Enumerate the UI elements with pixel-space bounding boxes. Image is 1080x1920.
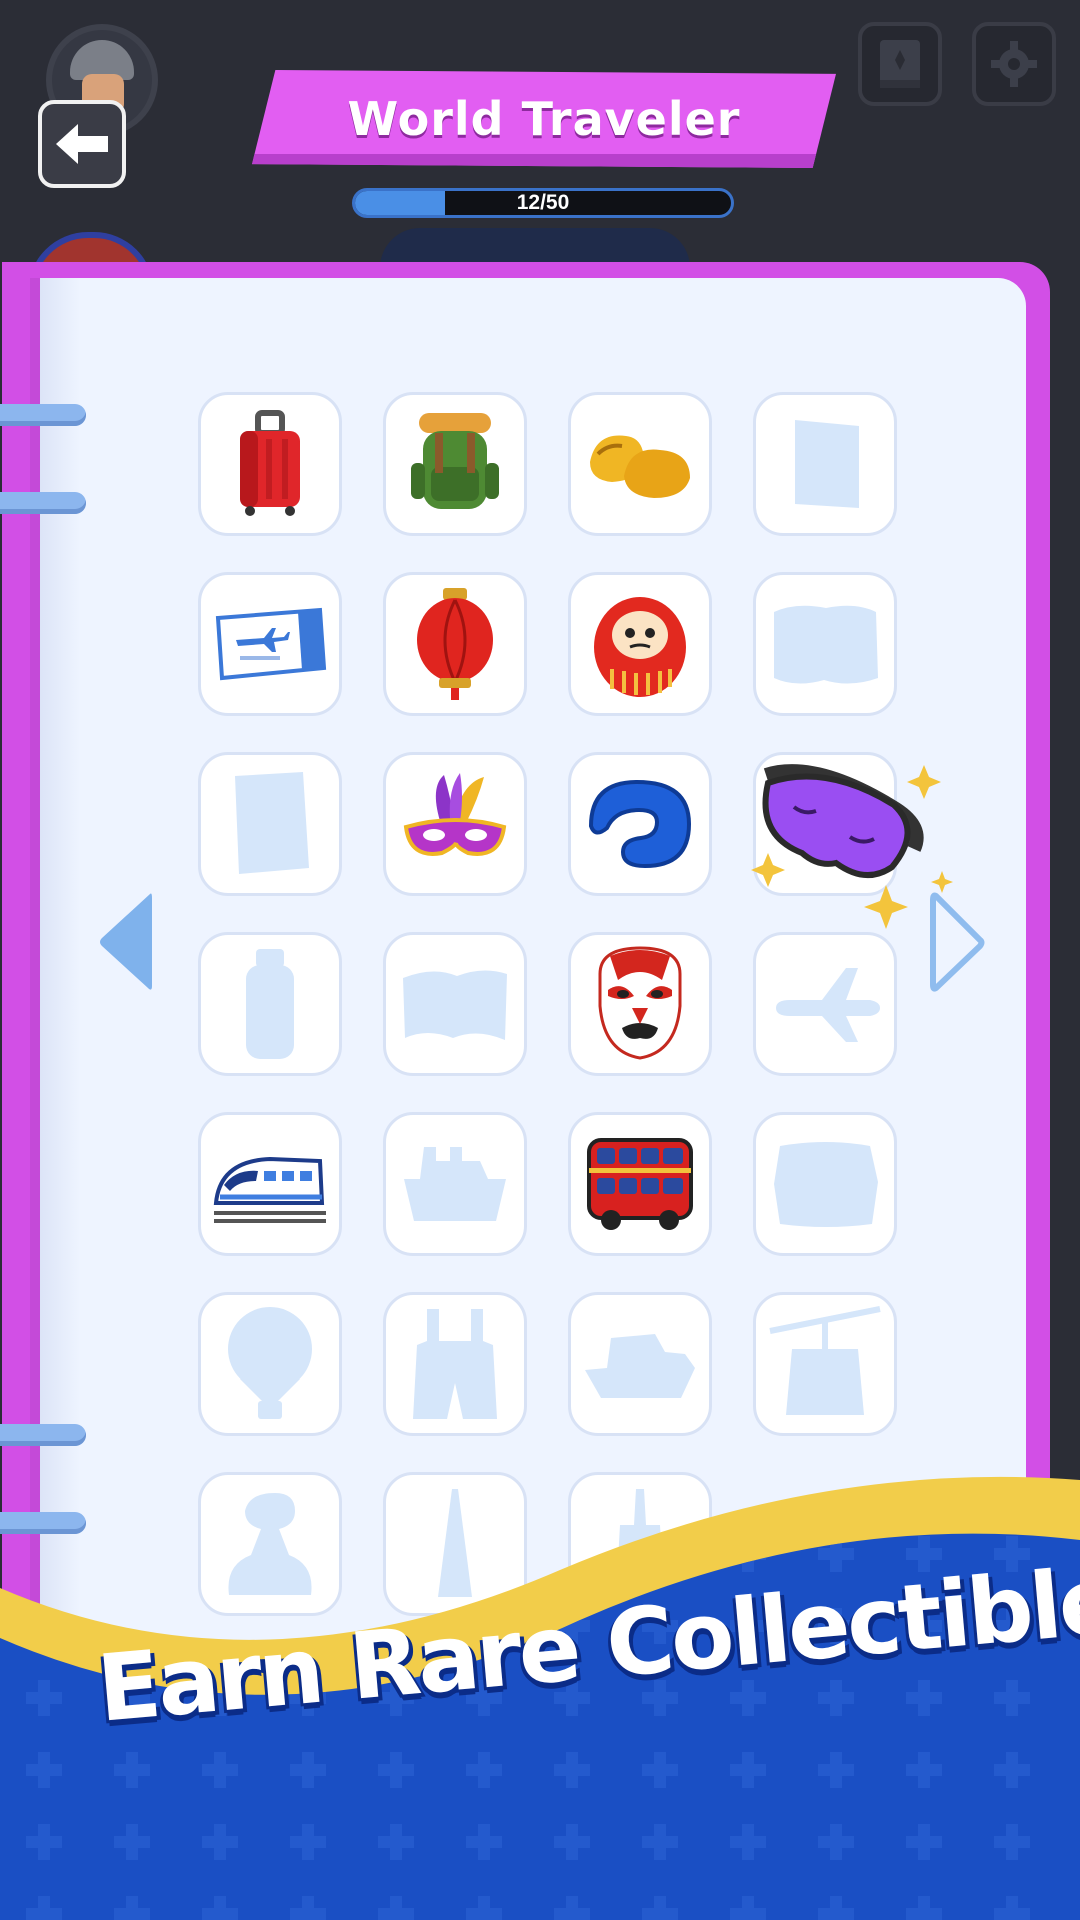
collectible-slot-locked[interactable] xyxy=(198,932,342,1076)
collectible-slot[interactable] xyxy=(198,572,342,716)
collectible-slot-locked[interactable] xyxy=(383,932,527,1076)
collectible-slot-locked[interactable] xyxy=(753,1112,897,1256)
collectible-slot[interactable] xyxy=(568,752,712,896)
album-title-banner: World Traveler xyxy=(252,70,836,168)
collectible-slot[interactable] xyxy=(751,752,953,929)
collectible-slot[interactable] xyxy=(198,392,342,536)
collectible-slot-locked[interactable] xyxy=(383,1112,527,1256)
collectible-slot-locked[interactable] xyxy=(753,932,897,1076)
prev-page-button[interactable] xyxy=(96,890,156,994)
binder-ring xyxy=(0,395,90,435)
suitcase-icon xyxy=(240,410,300,516)
gear-icon xyxy=(991,41,1037,87)
collectible-grid xyxy=(198,392,953,1616)
collectible-slot-locked[interactable] xyxy=(753,1292,897,1436)
collectible-slot-locked[interactable] xyxy=(753,392,897,536)
cable-car-silhouette-icon xyxy=(769,1306,881,1415)
collectible-slot[interactable] xyxy=(198,1112,342,1256)
back-button[interactable] xyxy=(38,100,126,188)
page-title: World Traveler xyxy=(347,92,741,146)
plane-ticket-icon xyxy=(215,607,327,681)
double-decker-bus-icon xyxy=(587,1138,693,1230)
progress-text: 12/50 xyxy=(516,191,570,214)
postcard-silhouette-icon xyxy=(235,772,309,874)
map-silhouette-icon xyxy=(774,605,878,684)
collectible-slot[interactable] xyxy=(383,392,527,536)
collectible-slot[interactable] xyxy=(568,932,712,1076)
collectible-slot[interactable] xyxy=(383,752,527,896)
opera-mask-icon xyxy=(598,946,682,1060)
collectible-slot[interactable] xyxy=(383,572,527,716)
wooden-clogs-icon xyxy=(590,435,690,498)
collectible-slot[interactable] xyxy=(568,572,712,716)
passport-silhouette-icon xyxy=(795,420,859,508)
settings-button[interactable] xyxy=(972,22,1056,106)
collectible-slot[interactable] xyxy=(568,392,712,536)
flag-silhouette-icon xyxy=(403,970,507,1040)
binder-ring xyxy=(0,483,90,523)
lederhosen-silhouette-icon xyxy=(413,1309,497,1419)
collectible-slot-locked[interactable] xyxy=(198,752,342,896)
arrow-left-icon xyxy=(56,124,108,164)
collectible-slot-locked[interactable] xyxy=(753,572,897,716)
collectible-slot-locked[interactable] xyxy=(198,1292,342,1436)
collectible-slot-locked[interactable] xyxy=(383,1292,527,1436)
book-icon xyxy=(880,40,920,88)
daruma-doll-icon xyxy=(594,597,686,697)
carnival-mask-icon xyxy=(403,773,507,856)
scroll-silhouette-icon xyxy=(774,1142,878,1227)
collectible-slot-locked[interactable] xyxy=(568,1292,712,1436)
collection-book-button[interactable] xyxy=(858,22,942,106)
bullet-train-icon xyxy=(213,1156,326,1223)
collection-progress-bar: 12/50 xyxy=(352,188,734,218)
backpack-icon xyxy=(411,413,499,509)
sleep-mask-icon xyxy=(751,764,953,929)
hot-air-balloon-silhouette-icon xyxy=(228,1307,312,1419)
collectible-slot[interactable] xyxy=(568,1112,712,1256)
water-bottle-silhouette-icon xyxy=(246,949,294,1059)
ship-silhouette-icon xyxy=(404,1147,506,1221)
paper-lantern-icon xyxy=(417,588,493,700)
neck-pillow-icon xyxy=(588,779,692,869)
cruise-ship-silhouette-icon xyxy=(585,1334,695,1398)
airplane-silhouette-icon xyxy=(776,968,880,1042)
